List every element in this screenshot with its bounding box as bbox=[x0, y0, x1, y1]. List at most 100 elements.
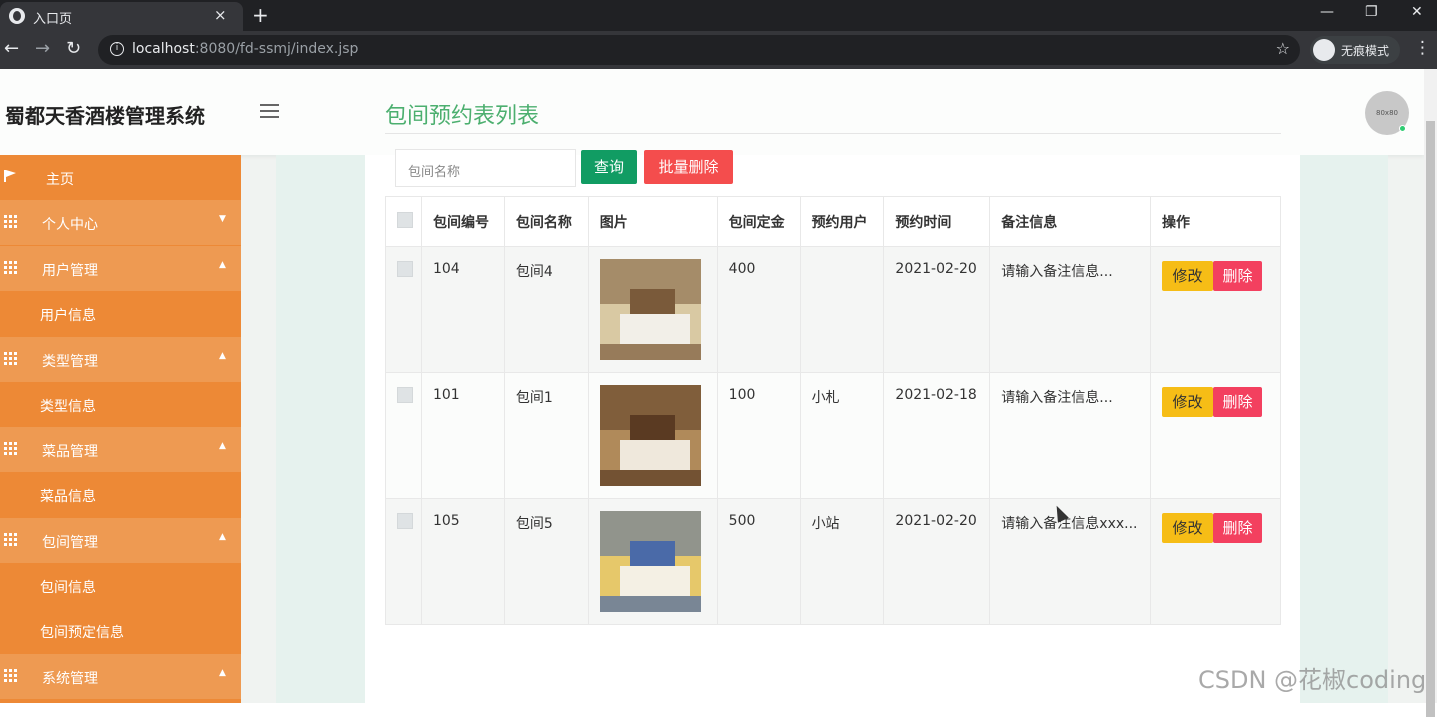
browser-tab[interactable]: 入口页 × bbox=[0, 2, 243, 31]
room-photo bbox=[599, 511, 701, 612]
info-icon[interactable]: i bbox=[110, 42, 124, 56]
sidebar-item-8[interactable]: 包间管理 ▲ bbox=[0, 518, 241, 563]
restore-button[interactable]: ❐ bbox=[1365, 4, 1378, 20]
browser-toolbar: ← → ↻ i localhost:8080/fd-ssmj/index.jsp… bbox=[0, 31, 1437, 69]
cell-image bbox=[587, 246, 718, 373]
sidebar-item-5[interactable]: 类型信息 bbox=[0, 382, 241, 427]
avatar[interactable]: 80x80 bbox=[1365, 91, 1409, 135]
browser-tab-bar: 入口页 × + — ❐ ✕ bbox=[0, 0, 1437, 31]
row-checkbox[interactable] bbox=[397, 513, 413, 529]
caret-up-icon: ▲ bbox=[219, 441, 226, 451]
minimize-button[interactable]: — bbox=[1320, 4, 1334, 20]
select-all-checkbox[interactable] bbox=[397, 211, 413, 228]
column-header: 预约用户 bbox=[799, 196, 885, 247]
edit-button[interactable]: 修改 bbox=[1162, 513, 1214, 543]
sidebar-item-4[interactable]: 类型管理 ▲ bbox=[0, 337, 241, 382]
edit-button[interactable]: 修改 bbox=[1162, 387, 1214, 417]
grid-icon bbox=[4, 442, 17, 455]
url-text[interactable]: localhost:8080/fd-ssmj/index.jsp bbox=[132, 41, 358, 57]
app-header: 蜀都天香酒楼管理系统 80x80 bbox=[0, 69, 1424, 155]
online-status-dot bbox=[1399, 125, 1406, 132]
batch-delete-button[interactable]: 批量删除 bbox=[644, 150, 733, 184]
browser-menu-icon[interactable]: ⋮ bbox=[1414, 38, 1431, 58]
scrollbar[interactable] bbox=[1424, 69, 1437, 717]
cell-user: 小札 bbox=[799, 372, 885, 499]
scrollbar-thumb[interactable] bbox=[1426, 121, 1435, 717]
flag-icon bbox=[4, 170, 17, 182]
row-checkbox[interactable] bbox=[397, 387, 413, 403]
query-button[interactable]: 查询 bbox=[581, 150, 637, 184]
cell-time: 2021-02-20 bbox=[883, 246, 991, 373]
grid-icon bbox=[4, 669, 17, 682]
table-header-row: 包间编号 包间名称 图片 包间定金 预约用户 预约时间 备注信息 操作 bbox=[385, 196, 1281, 247]
cell-image bbox=[587, 498, 718, 625]
tab-close-icon[interactable]: × bbox=[214, 6, 227, 24]
address-bar[interactable]: i localhost:8080/fd-ssmj/index.jsp ☆ bbox=[98, 35, 1300, 65]
incognito-label: 无痕模式 bbox=[1341, 44, 1390, 58]
sidebar-item-label: 菜品管理 bbox=[42, 444, 98, 460]
title-divider bbox=[385, 133, 1281, 134]
grid-icon bbox=[4, 261, 17, 274]
caret-down-icon: ▼ bbox=[219, 214, 226, 224]
delete-button[interactable]: 删除 bbox=[1213, 387, 1263, 417]
table-row[interactable]: 105 包间5 500 小站 2021-02-20 请输入备注信息xxx... 修改 删除 bbox=[385, 498, 1281, 625]
new-tab-button[interactable]: + bbox=[252, 3, 269, 27]
cell-image bbox=[587, 372, 718, 499]
back-icon[interactable]: ← bbox=[4, 38, 19, 59]
delete-button[interactable]: 删除 bbox=[1213, 261, 1263, 291]
table-row[interactable]: 101 包间1 100 小札 2021-02-18 请输入备注信息... 修改 删除 bbox=[385, 372, 1281, 499]
cell-time: 2021-02-20 bbox=[883, 498, 991, 625]
incognito-badge[interactable]: 无痕模式 bbox=[1310, 36, 1400, 64]
caret-up-icon: ▲ bbox=[219, 260, 226, 270]
sidebar-item-label: 类型信息 bbox=[40, 399, 96, 415]
caret-up-icon: ▲ bbox=[219, 668, 226, 678]
sidebar-item-11[interactable]: 系统管理 ▲ bbox=[0, 654, 241, 699]
column-header: 备注信息 bbox=[989, 196, 1152, 247]
sidebar-item-label: 个人中心 bbox=[42, 217, 98, 233]
globe-icon bbox=[9, 8, 25, 24]
room-photo bbox=[599, 385, 701, 486]
reload-icon[interactable]: ↻ bbox=[66, 38, 81, 59]
cell-actions: 修改 删除 bbox=[1150, 372, 1281, 499]
sidebar-item-6[interactable]: 菜品管理 ▲ bbox=[0, 427, 241, 472]
cell-note: 请输入备注信息... bbox=[989, 246, 1152, 373]
data-table: 包间编号 包间名称 图片 包间定金 预约用户 预约时间 备注信息 操作 104 包… bbox=[385, 196, 1281, 625]
sidebar-item-10[interactable]: 包间预定信息 bbox=[0, 608, 241, 653]
delete-button[interactable]: 删除 bbox=[1213, 513, 1263, 543]
cell-time: 2021-02-18 bbox=[883, 372, 991, 499]
cell-deposit: 500 bbox=[716, 498, 801, 625]
sidebar-item-label: 包间管理 bbox=[42, 535, 98, 551]
caret-up-icon: ▲ bbox=[219, 532, 226, 542]
cell-name: 包间1 bbox=[503, 372, 589, 499]
sidebar-item-label: 类型管理 bbox=[42, 354, 98, 370]
sidebar-item-3[interactable]: 用户信息 bbox=[0, 291, 241, 336]
row-select-cell bbox=[385, 372, 422, 499]
table-row[interactable]: 104 包间4 400 2021-02-20 请输入备注信息... 修改 删除 bbox=[385, 246, 1281, 373]
sidebar-item-0[interactable]: 主页 bbox=[0, 155, 241, 200]
sidebar-item-1[interactable]: 个人中心 ▼ bbox=[0, 200, 241, 245]
sidebar-item-label: 包间信息 bbox=[40, 580, 96, 596]
sidebar-item-2[interactable]: 用户管理 ▲ bbox=[0, 246, 241, 291]
column-header: 包间名称 bbox=[503, 196, 589, 247]
edit-button[interactable]: 修改 bbox=[1162, 261, 1214, 291]
sidebar-item-9[interactable]: 包间信息 bbox=[0, 563, 241, 608]
menu-toggle-icon[interactable] bbox=[260, 104, 279, 118]
row-select-cell bbox=[385, 498, 422, 625]
avatar-text: 80x80 bbox=[1376, 109, 1398, 117]
incognito-icon bbox=[1313, 39, 1335, 61]
caret-up-icon: ▲ bbox=[219, 351, 226, 361]
column-header: 操作 bbox=[1150, 196, 1281, 247]
column-header: 包间编号 bbox=[420, 196, 505, 247]
cell-name: 包间5 bbox=[503, 498, 589, 625]
row-checkbox[interactable] bbox=[397, 261, 413, 277]
column-header: 图片 bbox=[587, 196, 718, 247]
brand-title: 蜀都天香酒楼管理系统 bbox=[5, 104, 205, 128]
sidebar-item-label: 系统管理 bbox=[42, 671, 98, 687]
bookmark-star-icon[interactable]: ☆ bbox=[1276, 39, 1290, 58]
select-all-cell bbox=[385, 196, 422, 247]
close-window-button[interactable]: ✕ bbox=[1411, 4, 1423, 20]
sidebar-item-7[interactable]: 菜品信息 bbox=[0, 472, 241, 517]
search-input[interactable]: 包间名称 bbox=[395, 149, 576, 187]
cell-id: 104 bbox=[420, 246, 505, 373]
forward-icon[interactable]: → bbox=[35, 38, 50, 59]
